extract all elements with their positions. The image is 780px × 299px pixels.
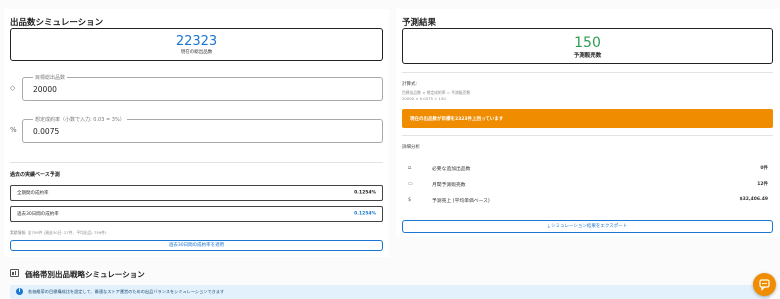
detail-row: ⩍ 必要な追加出品数 0件 [408, 165, 768, 172]
export-button[interactable]: ⤓ シミュレーション結果をエクスポート [402, 220, 773, 233]
info-bar: i 各価格帯の目標構成比を設定して、最適なストア運営のための出品バランスをシミュ… [10, 285, 770, 299]
history-row-value: 0.1254% [354, 211, 376, 217]
chat-icon [759, 279, 770, 291]
history-note: 実績情報: 全759件 (過去30日: 27件、平均出品: 759件) [10, 230, 107, 235]
detail-value: 12件 [757, 182, 768, 187]
history-row-value: 0.1254% [354, 190, 376, 196]
divider [402, 72, 773, 73]
result-title: 予測結果 [402, 18, 437, 28]
warning-text: 現在の出品数が目標を2323件上回っています [410, 117, 504, 122]
result-box: 150 予測販売数 [402, 28, 773, 64]
result-caption: 予測販売数 [573, 53, 602, 59]
conversion-rate-field[interactable]: 想定成約率（小数で入力: 0.03 = 3%） 0.0075 [22, 116, 383, 143]
conversion-rate-value[interactable]: 0.0075 [33, 127, 59, 136]
target-total-value[interactable]: 20000 [33, 85, 57, 94]
bottom-section-title: 価格帯別出品戦略シミュレーション [25, 270, 145, 279]
target-total-label: 目標総出品数 [33, 74, 68, 81]
result-value: 150 [574, 35, 601, 51]
history-row-all: 全期間の成約率 0.1254% [10, 185, 383, 201]
detail-row: ▭ 月間予測販売数 12件 [408, 181, 768, 188]
chat-button[interactable] [753, 273, 776, 296]
divider [10, 162, 383, 163]
detail-label: 予測売上 (平均単価ベース) [432, 199, 490, 204]
history-row-label: 全期間の成約率 [17, 191, 49, 196]
warning-bar: 現在の出品数が目標を2323件上回っています [402, 109, 773, 128]
info-icon: i [16, 288, 23, 295]
history-title: 過去の実績ベース予測 [10, 172, 60, 178]
target-total-field[interactable]: 目標総出品数 20000 [22, 74, 383, 101]
formula-title: 計算式: [402, 82, 418, 87]
target-icon: ◇ [10, 84, 16, 92]
simulation-title: 出品数シミュレーション [10, 18, 104, 28]
info-text: 各価格帯の目標構成比を設定して、最適なストア運営のための出品バランスをシミュレー… [28, 289, 225, 294]
formula-line: 目標出品数 × 想定成約率 = 予測販売数 [402, 90, 471, 95]
current-total-caption: 現在の総出品数 [180, 50, 213, 55]
chart-icon: ⩍ [408, 165, 412, 171]
current-total-value: 22323 [175, 34, 218, 49]
divider [402, 135, 773, 136]
detail-value: $32,406.49 [739, 197, 768, 202]
dollar-icon: $ [408, 197, 412, 203]
detail-label: 月間予測販売数 [432, 183, 466, 188]
history-row-30d: 過去30日間の成約率 0.1254% [10, 206, 383, 222]
detail-title: 詳細分析 [402, 145, 420, 150]
current-total-box: 22323 現在の総出品数 [10, 28, 383, 61]
formula-line: 20000 × 0.0075 = 150 [402, 96, 446, 101]
detail-value: 0件 [760, 166, 768, 171]
calendar-icon: ▭ [408, 181, 413, 187]
chart-box-icon [10, 269, 19, 277]
apply-rate-button[interactable]: 過去30日間の成約率を適用 [10, 240, 383, 251]
percent-icon: % [10, 126, 17, 134]
export-button-label: シミュレーション結果をエクスポート [551, 224, 628, 229]
detail-row: $ 予測売上 (平均単価ベース) $32,406.49 [408, 197, 768, 204]
detail-label: 必要な追加出品数 [432, 167, 471, 172]
conversion-rate-label: 想定成約率（小数で入力: 0.03 = 3%） [33, 116, 127, 123]
history-row-label: 過去30日間の成約率 [17, 212, 59, 217]
